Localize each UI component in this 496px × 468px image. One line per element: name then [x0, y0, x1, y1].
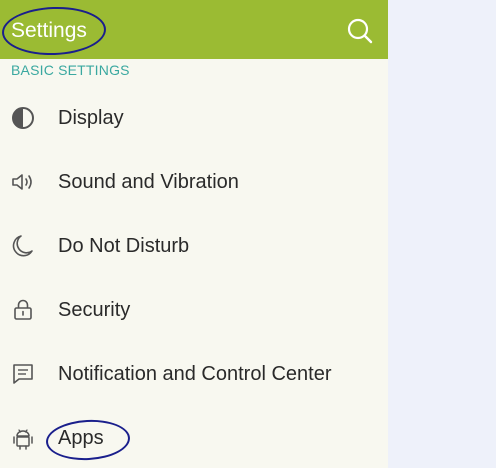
settings-item-sound-and-vibration[interactable]: Sound and Vibration	[0, 150, 388, 214]
message-icon	[13, 364, 33, 384]
screen: Settings BASIC SETTINGS Display Sound an…	[0, 0, 496, 468]
display-icon	[12, 107, 34, 129]
background-area	[388, 0, 496, 468]
search-icon[interactable]	[344, 16, 376, 48]
android-icon	[13, 429, 33, 450]
settings-item-label: Display	[58, 107, 124, 129]
page-title: Settings	[11, 19, 87, 42]
settings-item-label: Notification and Control Center	[58, 363, 332, 385]
lock-icon	[14, 299, 32, 320]
section-header-basic-settings: BASIC SETTINGS	[11, 62, 130, 78]
app-bar: Settings	[0, 0, 388, 59]
settings-item-label: Security	[58, 299, 131, 321]
speaker-icon	[12, 174, 32, 190]
settings-item-label: Do Not Disturb	[58, 235, 190, 257]
settings-item-label: Apps	[58, 427, 104, 449]
settings-item-apps[interactable]: Apps	[0, 406, 388, 468]
settings-item-display[interactable]: Display	[0, 86, 388, 150]
settings-item-label: Sound and Vibration	[58, 171, 239, 193]
settings-item-security[interactable]: Security	[0, 278, 388, 342]
settings-item-notification-and-control-center[interactable]: Notification and Control Center	[0, 342, 388, 406]
moon-icon	[12, 235, 33, 257]
settings-panel: Settings BASIC SETTINGS Display Sound an…	[0, 0, 388, 468]
settings-item-do-not-disturb[interactable]: Do Not Disturb	[0, 214, 388, 278]
